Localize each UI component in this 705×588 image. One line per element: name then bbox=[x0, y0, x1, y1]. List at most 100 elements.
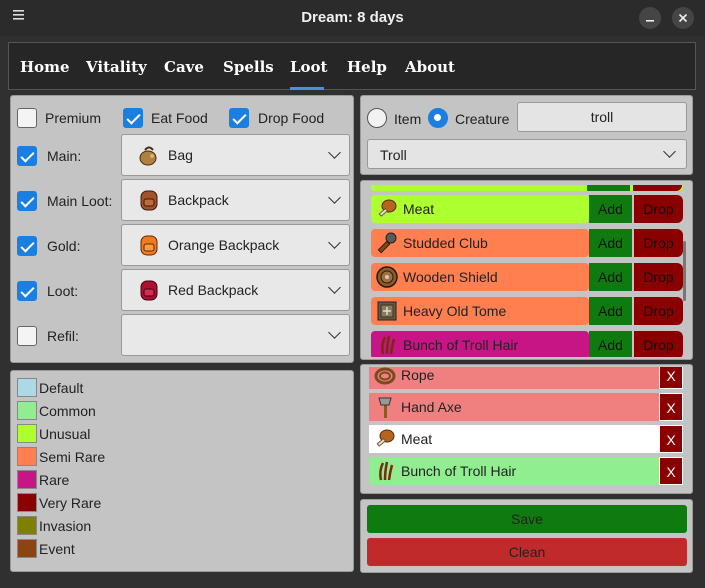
gold-container-checkbox[interactable] bbox=[17, 236, 37, 256]
loot-container-checkbox[interactable] bbox=[17, 281, 37, 301]
axe-icon bbox=[373, 395, 397, 419]
search-panel: Item Creature troll Troll bbox=[360, 95, 693, 175]
creature-loot-panel: Meat Add Drop Studded Club Add Drop Wood… bbox=[360, 180, 693, 360]
item-name: Bunch of Troll Hair bbox=[401, 463, 517, 479]
item-name: Rope bbox=[401, 367, 435, 383]
backpack-icon bbox=[136, 187, 162, 213]
chevron-down-icon bbox=[328, 326, 341, 339]
item-name: Heavy Old Tome bbox=[403, 303, 507, 319]
refil-container-checkbox[interactable] bbox=[17, 326, 37, 346]
tome-icon bbox=[375, 299, 399, 323]
creature-radio-label: Creature bbox=[455, 111, 510, 127]
item-name: Hand Axe bbox=[401, 399, 462, 415]
clean-button[interactable]: Clean bbox=[367, 538, 687, 566]
remove-button[interactable]: X bbox=[659, 367, 683, 389]
window-title: Dream: 8 days bbox=[301, 9, 404, 26]
add-button[interactable]: Add bbox=[589, 195, 632, 223]
creature-select[interactable]: Troll bbox=[367, 139, 687, 169]
red-backpack-icon bbox=[136, 277, 162, 303]
legend-swatch-rare bbox=[17, 470, 37, 489]
list-item: Studded Club bbox=[371, 229, 589, 257]
legend-swatch-default bbox=[17, 378, 37, 397]
drop-button[interactable]: Drop bbox=[634, 263, 683, 291]
orange-backpack-icon bbox=[136, 232, 162, 258]
remove-button[interactable]: X bbox=[659, 457, 683, 485]
legend-label: Default bbox=[39, 380, 84, 396]
drop-food-checkbox[interactable] bbox=[229, 108, 249, 128]
main-loot-checkbox[interactable] bbox=[17, 191, 37, 211]
tab-spells[interactable]: Spells bbox=[223, 58, 274, 76]
list-item: Heavy Old Tome bbox=[371, 297, 589, 325]
main-container-label: Main: bbox=[47, 148, 82, 164]
chevron-down-icon bbox=[328, 236, 341, 249]
tab-about[interactable]: About bbox=[405, 58, 455, 76]
drop-button[interactable]: Drop bbox=[634, 297, 683, 325]
active-tab-indicator bbox=[290, 87, 324, 90]
containers-panel: Premium Eat Food Drop Food Main: Bag Mai… bbox=[10, 95, 354, 363]
actions-panel: Save Clean bbox=[360, 499, 693, 573]
main-container-value: Bag bbox=[168, 147, 193, 163]
remove-button[interactable]: X bbox=[659, 393, 683, 421]
refil-container-label: Refil: bbox=[47, 328, 79, 344]
add-button[interactable]: Add bbox=[589, 263, 632, 291]
creature-select-value: Troll bbox=[380, 147, 407, 163]
tab-home[interactable]: Home bbox=[20, 58, 70, 76]
drop-button[interactable]: Drop bbox=[634, 331, 683, 357]
selected-loot-panel: Rope X Hand Axe X Meat X Bunch of Troll … bbox=[360, 364, 693, 494]
main-container-select[interactable]: Bag bbox=[121, 134, 350, 176]
add-button[interactable]: Add bbox=[589, 229, 632, 257]
scrollbar[interactable] bbox=[683, 241, 686, 301]
troll-hair-icon bbox=[375, 333, 399, 357]
shield-icon bbox=[375, 265, 399, 289]
item-name: Studded Club bbox=[403, 235, 488, 251]
list-item: Bunch of Troll Hair bbox=[369, 457, 659, 485]
tab-vitality[interactable]: Vitality bbox=[86, 58, 147, 76]
loot-container-label: Loot: bbox=[47, 283, 79, 299]
main-loot-select[interactable]: Backpack bbox=[121, 179, 350, 221]
title-bar: Dream: 8 days bbox=[0, 0, 705, 36]
save-button[interactable]: Save bbox=[367, 505, 687, 533]
tab-cave[interactable]: Cave bbox=[164, 58, 204, 76]
add-button[interactable] bbox=[587, 185, 630, 191]
eat-food-checkbox[interactable] bbox=[123, 108, 143, 128]
main-loot-value: Backpack bbox=[168, 192, 229, 208]
item-radio-label: Item bbox=[394, 111, 422, 127]
add-button[interactable]: Add bbox=[589, 297, 632, 325]
item-name: Bunch of Troll Hair bbox=[403, 337, 519, 353]
list-item: Rope bbox=[369, 367, 659, 389]
rope-icon bbox=[373, 367, 397, 387]
creature-loot-list[interactable]: Meat Add Drop Studded Club Add Drop Wood… bbox=[371, 185, 686, 357]
minimize-icon[interactable] bbox=[639, 7, 661, 29]
item-radio[interactable] bbox=[367, 108, 387, 128]
drop-button[interactable] bbox=[633, 185, 682, 191]
legend-label: Semi Rare bbox=[39, 449, 106, 465]
item-name: Wooden Shield bbox=[403, 269, 498, 285]
tab-loot[interactable]: Loot bbox=[290, 58, 328, 76]
meat-icon bbox=[373, 427, 397, 451]
premium-checkbox[interactable] bbox=[17, 108, 37, 128]
legend-swatch-common bbox=[17, 401, 37, 420]
list-item: Meat bbox=[369, 425, 659, 453]
list-item: Meat bbox=[371, 195, 589, 223]
search-input[interactable]: troll bbox=[517, 102, 687, 132]
legend-swatch-very-rare bbox=[17, 493, 37, 512]
item-name: Meat bbox=[401, 431, 433, 447]
gold-container-select[interactable]: Orange Backpack bbox=[121, 224, 350, 266]
add-button[interactable]: Add bbox=[589, 331, 632, 357]
legend-label: Very Rare bbox=[39, 495, 102, 511]
legend-label: Unusual bbox=[39, 426, 91, 442]
legend-label: Common bbox=[39, 403, 96, 419]
refil-container-select[interactable] bbox=[121, 314, 350, 356]
chevron-down-icon bbox=[328, 281, 341, 294]
tab-help[interactable]: Help bbox=[347, 58, 387, 76]
close-icon[interactable] bbox=[672, 7, 694, 29]
loot-container-select[interactable]: Red Backpack bbox=[121, 269, 350, 311]
drop-button[interactable]: Drop bbox=[634, 229, 683, 257]
selected-loot-list[interactable]: Rope X Hand Axe X Meat X Bunch of Troll … bbox=[369, 367, 686, 493]
eat-food-label: Eat Food bbox=[151, 110, 208, 126]
remove-button[interactable]: X bbox=[659, 425, 683, 453]
main-container-checkbox[interactable] bbox=[17, 146, 37, 166]
legend-swatch-invasion bbox=[17, 516, 37, 535]
creature-radio[interactable] bbox=[428, 108, 448, 128]
drop-button[interactable]: Drop bbox=[634, 195, 683, 223]
